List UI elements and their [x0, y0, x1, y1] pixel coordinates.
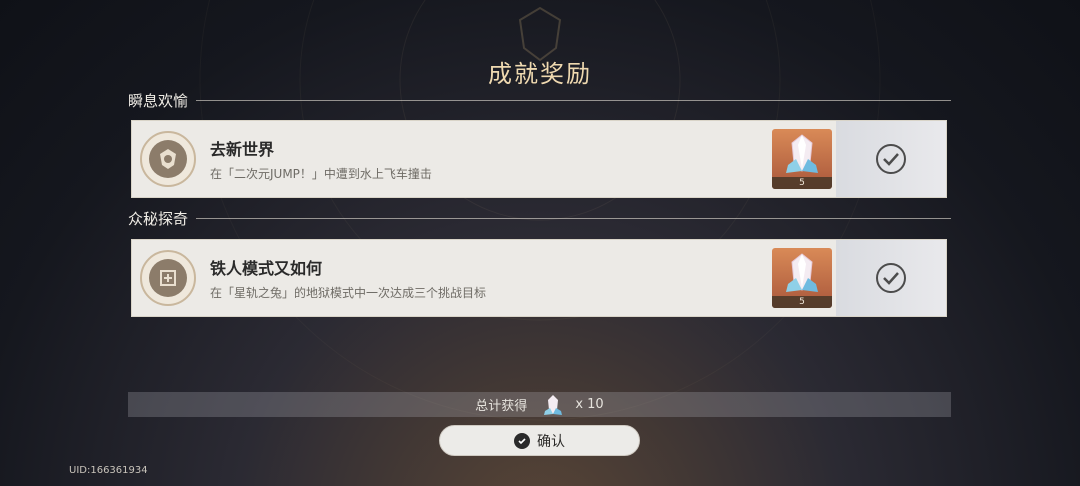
achievement-title: 去新世界: [210, 140, 275, 159]
reward-item: 5: [772, 129, 832, 189]
achievement-badge-icon: [140, 131, 196, 187]
crystal-gem-icon: [786, 134, 818, 173]
total-label: 总计获得: [475, 399, 528, 414]
crystal-gem-icon: [544, 394, 563, 415]
check-icon: [514, 432, 530, 449]
achievement-description: 在「二次元JUMP！」中遭到水上飞车撞击: [210, 167, 432, 181]
section-header-1: 瞬息欢愉: [128, 90, 951, 110]
confirm-button[interactable]: 确认: [439, 425, 640, 456]
achievement-title: 铁人模式又如何: [210, 259, 323, 278]
claimed-panel: [836, 240, 946, 316]
section-label: 瞬息欢愉: [128, 91, 189, 110]
total-amount: x 10: [575, 397, 604, 412]
total-reward-bar: 总计获得 x 10: [128, 392, 951, 417]
check-icon: [876, 263, 906, 293]
uid-label: UID:166361934: [69, 465, 148, 476]
reward-item: 5: [772, 248, 832, 308]
claimed-panel: [836, 121, 946, 197]
reward-count: 5: [772, 296, 832, 308]
crystal-gem-icon: [786, 253, 818, 292]
check-icon: [876, 144, 906, 174]
achievement-badge-icon: [140, 250, 196, 306]
section-divider: [196, 99, 951, 101]
achievement-card[interactable]: 去新世界 在「二次元JUMP！」中遭到水上飞车撞击 5: [131, 120, 947, 198]
reward-count: 5: [772, 177, 832, 189]
section-divider: [196, 217, 951, 219]
section-label: 众秘探奇: [128, 209, 189, 228]
achievement-card[interactable]: 铁人模式又如何 在「星轨之兔」的地狱模式中一次达成三个挑战目标 5: [131, 239, 947, 317]
section-header-2: 众秘探奇: [128, 208, 951, 228]
achievement-description: 在「星轨之兔」的地狱模式中一次达成三个挑战目标: [210, 286, 487, 300]
page-title: 成就奖励: [488, 60, 592, 88]
confirm-label: 确认: [537, 433, 565, 450]
